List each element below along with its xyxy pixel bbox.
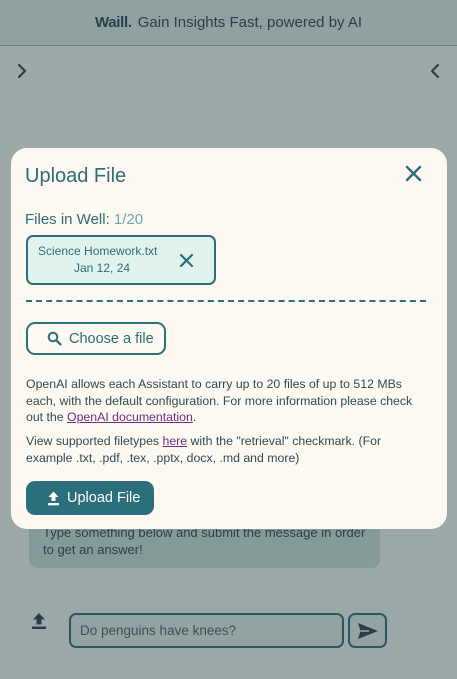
close-icon[interactable] [404,164,423,183]
assistant-file-limit-info: OpenAI allows each Assistant to carry up… [26,376,426,426]
info-text-end: . [192,410,197,424]
divider [26,300,426,302]
filetypes-here-link[interactable]: here [163,434,188,448]
upload-icon [48,491,59,505]
openai-documentation-link[interactable]: OpenAI documentation [67,410,193,424]
files-in-well-count: 1/20 [113,211,144,228]
files-in-well: Files in Well: 1/20 [25,211,143,228]
file-name: Science Homework.txt [38,244,158,258]
upload-file-label: Upload File [67,490,141,506]
files-in-well-label: Files in Well: [25,211,114,228]
file-chip: Science Homework.txt Jan 12, 24 [26,235,216,285]
upload-file-button[interactable]: Upload File [26,481,154,515]
filetypes-text: View supported filetypes [26,434,163,448]
choose-file-label: Choose a file [69,330,154,347]
file-date: Jan 12, 24 [74,261,131,275]
choose-file-button[interactable]: Choose a file [26,322,166,355]
upload-file-modal: Upload File Files in Well: 1/20 Science … [11,148,447,529]
search-icon [47,331,62,346]
remove-file-icon[interactable] [179,253,194,268]
modal-title: Upload File [25,165,127,187]
supported-filetypes-info: View supported filetypes here with the "… [26,433,426,466]
